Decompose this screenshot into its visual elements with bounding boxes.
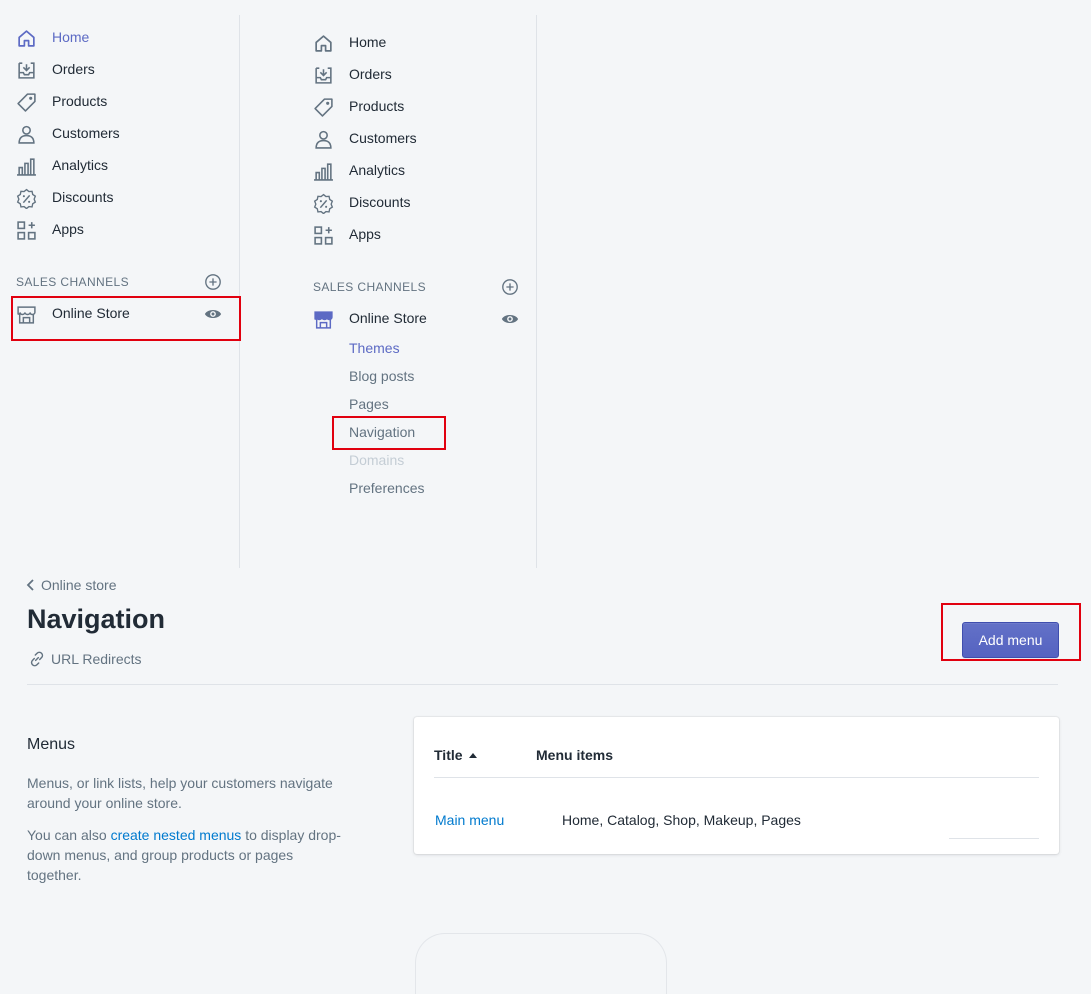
apps-icon bbox=[16, 220, 37, 241]
link-icon bbox=[30, 651, 44, 667]
home-icon bbox=[16, 28, 37, 49]
sidebar-item-online-store[interactable]: Online Store bbox=[313, 305, 528, 333]
sidebar-item-customers[interactable]: Customers bbox=[313, 125, 528, 153]
sidebar-item-home[interactable]: Home bbox=[16, 24, 231, 52]
url-redirects-label: URL Redirects bbox=[51, 651, 142, 667]
sidebar-item-customers[interactable]: Customers bbox=[16, 120, 231, 148]
analytics-icon bbox=[313, 161, 334, 182]
sidebar-item-analytics[interactable]: Analytics bbox=[313, 157, 528, 185]
online-store-icon bbox=[16, 304, 37, 325]
sidebar-item-label: Discounts bbox=[52, 189, 114, 205]
menus-table-card: Title Menu items Main menu Home, Catalog… bbox=[414, 717, 1059, 854]
url-redirects-link[interactable]: URL Redirects bbox=[28, 650, 142, 668]
sidebar-item-label: Analytics bbox=[349, 162, 406, 178]
sidebar-item-label: Customers bbox=[349, 130, 417, 146]
sidebar-item-orders[interactable]: Orders bbox=[313, 61, 528, 89]
sidebar-item-label: Home bbox=[349, 34, 387, 50]
column-header-title[interactable]: Title bbox=[434, 747, 477, 763]
sidebar-item-label: Analytics bbox=[52, 157, 109, 173]
sidebar-subitem-blog-posts[interactable]: Blog posts bbox=[349, 368, 414, 384]
add-channel-icon[interactable] bbox=[501, 278, 519, 296]
menus-description: Menus, or link lists, help your customer… bbox=[27, 775, 333, 811]
panel-divider bbox=[239, 15, 240, 568]
sidebar-subitem-themes[interactable]: Themes bbox=[349, 340, 400, 356]
analytics-icon bbox=[16, 156, 37, 177]
sidebar-item-apps[interactable]: Apps bbox=[16, 216, 231, 244]
sidebar-item-label: Products bbox=[52, 93, 108, 109]
sidebar-item-apps[interactable]: Apps bbox=[313, 221, 528, 249]
sidebar-subitem-domains[interactable]: Domains bbox=[349, 452, 404, 468]
sidebar-item-label: Orders bbox=[52, 61, 95, 77]
orders-icon bbox=[313, 65, 334, 86]
sidebar-item-discounts[interactable]: Discounts bbox=[16, 184, 231, 212]
discounts-icon bbox=[16, 188, 37, 209]
sidebar-item-products[interactable]: Products bbox=[16, 88, 231, 116]
page-title: Navigation bbox=[27, 604, 166, 634]
nested-menus-description: You can also create nested menus to disp… bbox=[27, 825, 347, 885]
panel-divider bbox=[536, 15, 537, 568]
products-icon bbox=[313, 97, 334, 118]
footer-help-box bbox=[415, 933, 667, 994]
sidebar-item-label: Customers bbox=[52, 125, 120, 141]
sidebar-subitem-preferences[interactable]: Preferences bbox=[349, 480, 424, 496]
products-icon bbox=[16, 92, 37, 113]
add-menu-button[interactable]: Add menu bbox=[962, 622, 1059, 658]
sidebar-item-label: Products bbox=[349, 98, 405, 114]
home-icon bbox=[313, 33, 334, 54]
menu-title-link[interactable]: Main menu bbox=[435, 812, 504, 828]
customers-icon bbox=[313, 129, 334, 150]
chevron-left-icon bbox=[26, 579, 34, 591]
sidebar-item-label: Apps bbox=[349, 226, 381, 242]
breadcrumb-label: Online store bbox=[41, 577, 117, 593]
view-store-icon[interactable] bbox=[501, 310, 519, 328]
sidebar-item-label: Apps bbox=[52, 221, 84, 237]
sales-channels-heading: SALES CHANNELS bbox=[16, 275, 129, 289]
breadcrumb[interactable]: Online store bbox=[25, 577, 116, 593]
customers-icon bbox=[16, 124, 37, 145]
sidebar-item-label: Discounts bbox=[349, 194, 411, 210]
discounts-icon bbox=[313, 193, 334, 214]
view-store-icon[interactable] bbox=[204, 305, 222, 323]
sidebar-item-label: Home bbox=[52, 29, 90, 45]
sidebar-item-label: Orders bbox=[349, 66, 392, 82]
create-nested-menus-link[interactable]: create nested menus bbox=[111, 827, 242, 843]
menus-heading: Menus bbox=[27, 736, 76, 753]
column-header-menu-items: Menu items bbox=[536, 747, 614, 763]
sidebar-item-discounts[interactable]: Discounts bbox=[313, 189, 528, 217]
nested-menus-prefix: You can also bbox=[27, 827, 111, 843]
sidebar-item-analytics[interactable]: Analytics bbox=[16, 152, 231, 180]
online-store-icon bbox=[313, 309, 334, 330]
sidebar-item-products[interactable]: Products bbox=[313, 93, 528, 121]
sidebar-item-orders[interactable]: Orders bbox=[16, 56, 231, 84]
sidebar-item-home[interactable]: Home bbox=[313, 29, 528, 57]
column-header-title-label: Title bbox=[434, 747, 463, 763]
apps-icon bbox=[313, 225, 334, 246]
header-divider bbox=[27, 684, 1058, 685]
table-divider bbox=[949, 838, 1039, 839]
sidebar-item-label: Online Store bbox=[52, 305, 130, 321]
sidebar-subitem-pages[interactable]: Pages bbox=[349, 396, 389, 412]
sidebar-item-online-store[interactable]: Online Store bbox=[16, 300, 231, 328]
add-channel-icon[interactable] bbox=[204, 273, 222, 291]
orders-icon bbox=[16, 60, 37, 81]
menu-items-cell: Home, Catalog, Shop, Makeup, Pages bbox=[562, 812, 801, 828]
sales-channels-heading: SALES CHANNELS bbox=[313, 280, 426, 294]
sidebar-item-label: Online Store bbox=[349, 310, 427, 326]
sort-ascending-icon bbox=[468, 753, 477, 758]
table-divider bbox=[434, 777, 1039, 778]
sidebar-subitem-navigation[interactable]: Navigation bbox=[349, 424, 415, 440]
